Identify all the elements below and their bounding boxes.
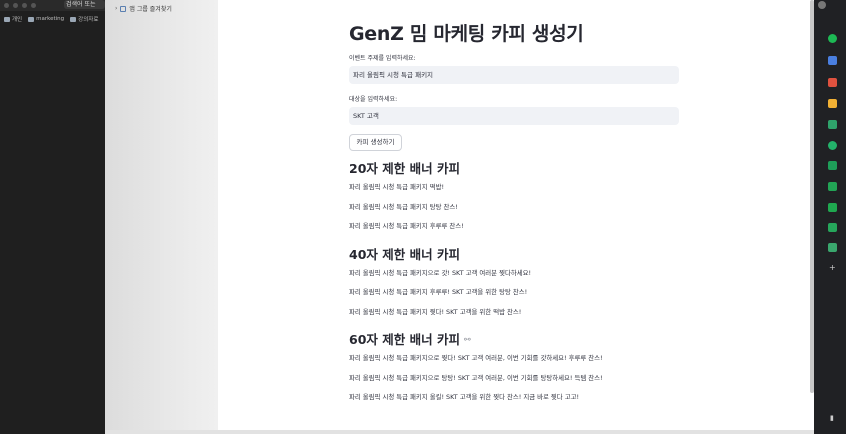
section-heading-60: 60자 제한 배너 카피 ⚯ — [349, 331, 679, 349]
green-sheet-icon[interactable] — [828, 182, 837, 191]
bottom-edge — [105, 430, 814, 434]
reload-icon[interactable] — [22, 3, 27, 8]
bookmark-item[interactable]: 강의자료 — [70, 15, 98, 23]
profile-avatar[interactable] — [818, 1, 826, 9]
section-heading-text: 40자 제한 배너 카피 — [349, 246, 460, 262]
chevron-right-icon: › — [115, 5, 118, 12]
copy-line: 파리 올림픽 시청 특급 패키지 탕탕 찬스! — [349, 202, 458, 211]
back-icon[interactable] — [4, 3, 9, 8]
bookmark-bar: 개인 marketing 강의자료 — [0, 13, 105, 25]
sidebar-link-label: 앱 그룹 즐겨찾기 — [129, 6, 172, 13]
green-chat-icon[interactable] — [828, 161, 837, 170]
folder-icon — [70, 16, 77, 22]
app-grid-icon — [120, 5, 127, 12]
green-photo-icon[interactable] — [828, 243, 837, 252]
bookmark-label: 강의자료 — [78, 17, 99, 23]
generate-copy-button[interactable]: 카피 생성하기 — [349, 134, 402, 151]
browser-side-panel — [814, 0, 846, 434]
bookmark-label: 개인 — [12, 17, 23, 23]
copy-line: 파리 올림픽 시청 특급 패키지 후루루 찬스! — [349, 222, 464, 230]
link-icon[interactable]: ⚯ — [464, 331, 471, 349]
green-mail-icon[interactable] — [828, 223, 837, 232]
page-title: GenZ 밈 마케팅 카피 생성기 — [349, 23, 584, 45]
section-heading-text: 20자 제한 배너 카피 — [349, 161, 460, 176]
copy-line: 파리 올림픽 시청 특급 패키지 올킬! SKT 고객을 위한 찢다 찬스! 지… — [349, 393, 580, 401]
main-content: GenZ 밈 마케팅 카피 생성기 이벤트 주제를 입력하세요: 파리 올림픽 … — [218, 0, 814, 434]
target-label: 대상을 입력하세요: — [349, 96, 398, 103]
green-circle-icon[interactable] — [828, 141, 837, 150]
event-label: 이벤트 주제를 입력하세요: — [349, 55, 416, 62]
copy-line: 파리 올림픽 시청 특급 패키지으로 찢다! SKT 고객 여러분, 이번 기회… — [349, 354, 603, 362]
yellow-square-icon[interactable] — [828, 99, 837, 108]
folder-icon — [28, 16, 35, 22]
app-sidebar: › 앱 그룹 즐겨찾기 — [105, 0, 218, 434]
copy-line: 파리 올림픽 시청 특급 패키지 후루루! SKT 고객을 위한 탕탕 찬스! — [349, 288, 528, 296]
bookmark-label: marketing — [36, 16, 65, 22]
section-heading-40: 40자 제한 배너 카피 — [349, 246, 679, 264]
event-input[interactable]: 파리 올림픽 시청 특급 패키지 — [349, 66, 679, 84]
add-icon[interactable]: + — [829, 264, 836, 272]
copy-line: 파리 올림픽 시청 특급 패키지 떡밥! — [349, 183, 445, 191]
copy-line: 파리 올림픽 시청 특급 패키지으로 탕탕! SKT 고객 여러분, 이번 기회… — [349, 373, 603, 382]
bookmark-item[interactable]: 개인 — [4, 15, 22, 23]
green-puzzle-icon[interactable] — [828, 120, 837, 129]
browser-left-area: 검색어 또는 개인 marketing 강의자료 — [0, 0, 105, 434]
sidebar-bookmark-link[interactable]: › 앱 그룹 즐겨찾기 — [115, 4, 172, 13]
copy-line: 파리 올림픽 시청 특급 패키지 찢다! SKT 고객을 위한 떡밥 찬스! — [349, 307, 522, 316]
red-square-icon[interactable] — [828, 78, 837, 87]
chrome-green-icon[interactable] — [828, 34, 837, 43]
folder-icon — [4, 16, 10, 22]
green-play-icon[interactable] — [828, 203, 837, 212]
pin-icon[interactable]: ▮ — [830, 414, 834, 422]
app-content: GenZ 밈 마케팅 카피 생성기 이벤트 주제를 입력하세요: 파리 올림픽 … — [349, 20, 679, 408]
section-heading-20: 20자 제한 배너 카피 — [349, 160, 679, 178]
copy-line: 파리 올림픽 시청 특급 패키지으로 갓! SKT 고객 여러분 찢다하세요! — [349, 268, 532, 277]
home-icon[interactable] — [31, 3, 36, 8]
bookmark-item[interactable]: marketing — [28, 16, 64, 22]
section-heading-text: 60자 제한 배너 카피 — [349, 332, 460, 347]
forward-icon[interactable] — [13, 3, 18, 8]
address-search[interactable]: 검색어 또는 — [64, 0, 105, 9]
blue-square-icon[interactable] — [828, 56, 837, 65]
target-input[interactable]: SKT 고객 — [349, 107, 679, 125]
